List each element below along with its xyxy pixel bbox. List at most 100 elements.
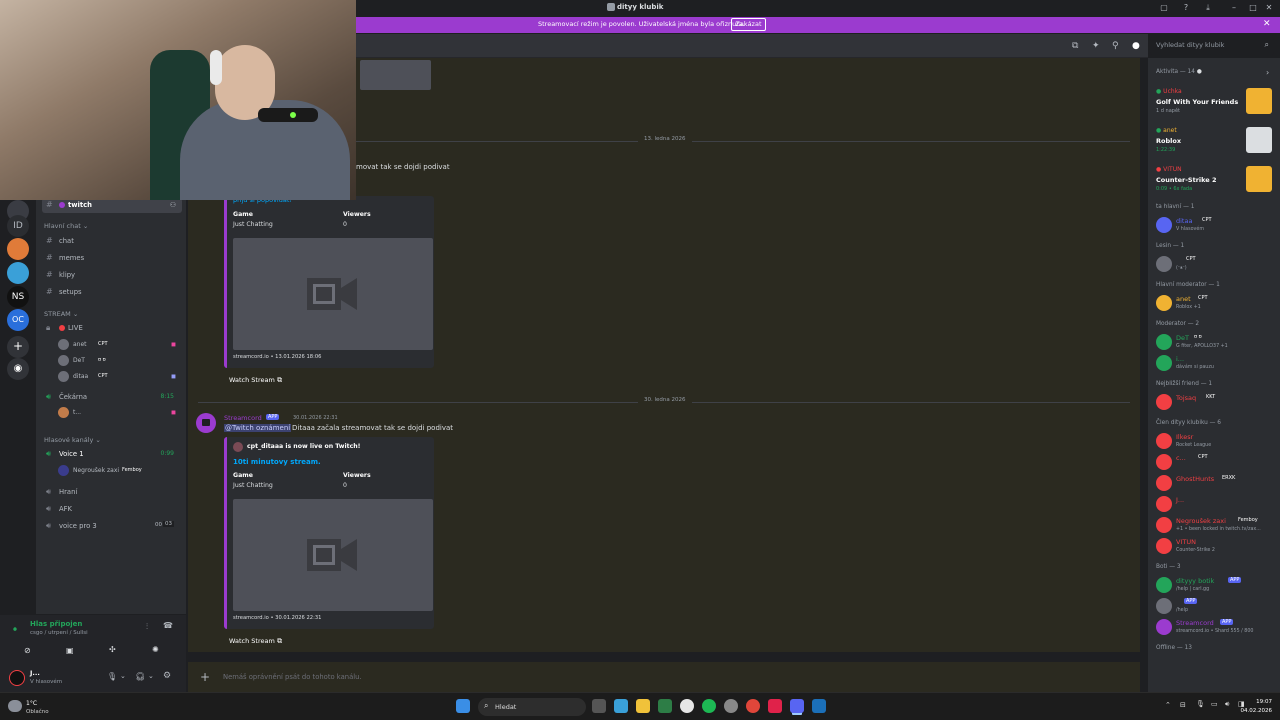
watch-stream-button[interactable]: Watch Stream ⧉ <box>229 637 282 646</box>
member-row[interactable]: ditaa CPT V hlasovém <box>1154 216 1278 236</box>
threads-icon[interactable]: ⧉ <box>1072 41 1082 51</box>
member-row[interactable]: CPT (ᵔᴥᵔ) <box>1154 255 1278 275</box>
activities-icon[interactable]: ✣ <box>109 645 116 654</box>
mute-icon[interactable]: ✦ <box>1092 41 1102 51</box>
voice-user[interactable]: t... ◼ <box>58 406 182 420</box>
video-off-icon[interactable]: ⊘ <box>24 646 31 655</box>
spotify-icon[interactable] <box>702 699 716 713</box>
disable-streamer-mode-button[interactable]: Zakázat <box>731 18 766 31</box>
download-icon[interactable]: ⤓ <box>1203 3 1213 13</box>
voice-status-channel[interactable]: csgo / utrpení / Sullsi <box>30 630 88 636</box>
user-name[interactable]: J... <box>30 669 40 677</box>
noise-suppression-icon[interactable]: ⫶ <box>146 622 148 632</box>
pin-icon[interactable]: ⚲ <box>1112 41 1122 51</box>
member-row[interactable]: Tojsaq KKT <box>1154 393 1278 413</box>
file-explorer-icon[interactable] <box>636 699 650 713</box>
activity-card[interactable]: ● VITUN Counter-Strike 2 0:09 • 6x fada <box>1154 164 1278 200</box>
channel-voice1[interactable]: 🔊︎ Voice 1 0:99 <box>42 447 182 462</box>
channel-voice-pro-3[interactable]: 🔊︎ voice pro 3 00 03 <box>42 519 182 534</box>
member-row[interactable]: Negroušek zaxi Femboy +1 • been locked in … <box>1154 516 1278 536</box>
voice-user[interactable]: anet CPT ◼ <box>58 338 182 352</box>
category-stream[interactable]: STREAM ⌄ <box>44 310 78 318</box>
minimize-button[interactable]: – <box>1229 3 1239 13</box>
server-oc-icon[interactable]: OC <box>7 309 29 331</box>
server-id-icon[interactable]: ID <box>7 215 29 237</box>
mic-tray-icon[interactable]: 🎙︎ <box>1196 700 1205 708</box>
author-name[interactable]: Streamcord <box>224 414 262 422</box>
channel-memes[interactable]: # memes <box>42 251 182 266</box>
member-row[interactable]: Ilkesr Rocket League <box>1154 432 1278 452</box>
channel-klipy[interactable]: # klipy <box>42 268 182 283</box>
signal-icon[interactable]: ⦁ <box>13 624 17 634</box>
category-main[interactable]: Hlavní chat ⌄ <box>44 222 88 230</box>
help-icon[interactable]: ? <box>1181 3 1191 13</box>
member-row[interactable]: dityyy botik APP/help | carl.gg <box>1154 576 1278 596</box>
discover-icon[interactable]: ◉ <box>7 358 29 380</box>
chrome-icon[interactable] <box>680 699 694 713</box>
search-box[interactable]: Vyhledat dityy klubik ⌕ <box>1150 37 1274 55</box>
member-row[interactable]: APP/help <box>1154 597 1278 617</box>
member-row[interactable]: anet CPT Roblox +1 <box>1154 294 1278 314</box>
channel-live[interactable]: 🔒︎ LIVE <box>42 321 182 336</box>
activity-card[interactable]: ● Uchka Golf With Your Friends 1 d napět <box>1154 86 1278 122</box>
app-icon[interactable] <box>768 699 782 713</box>
chevron-up-icon[interactable]: ⌃ <box>1165 701 1171 709</box>
embed-author[interactable]: cpt_ditaaa is now live on Twitch! <box>247 443 361 450</box>
channel-hrani[interactable]: 🔊︎ Hraní <box>42 485 182 500</box>
weather-icon[interactable] <box>8 700 22 712</box>
close-icon[interactable]: ✕ <box>1263 19 1271 29</box>
server-ns-icon[interactable]: NS <box>7 286 29 308</box>
discord-icon[interactable] <box>790 699 804 713</box>
member-row[interactable]: VITUN Counter-Strike 2 <box>1154 537 1278 557</box>
chevron-right-icon[interactable]: › <box>1266 68 1269 77</box>
voice-status-title[interactable]: Hlas připojen <box>30 620 82 628</box>
stream-preview-image[interactable] <box>233 238 433 350</box>
member-row[interactable]: DeT ʊ ʊ G fiter, APOLLO37 +1 <box>1154 333 1278 353</box>
headphones-icon[interactable]: 🎧︎ <box>135 672 145 681</box>
server-icon[interactable] <box>7 262 29 284</box>
channel-afk[interactable]: 🔊︎ AFK <box>42 502 182 517</box>
channel-setups[interactable]: # setups <box>42 285 182 300</box>
settings-icon[interactable] <box>724 699 738 713</box>
task-view-icon[interactable] <box>592 699 606 713</box>
activity-card[interactable]: ● anet Roblox 1:22:39 <box>1154 125 1278 161</box>
add-member-icon[interactable]: ⚇ <box>170 201 176 209</box>
chevron-down-icon[interactable]: ⌄ <box>148 672 154 680</box>
embed-title[interactable]: 10ti minutovy stream. <box>233 458 321 466</box>
member-row[interactable]: i... dávám si pauzu <box>1154 354 1278 374</box>
avatar[interactable] <box>9 670 25 686</box>
volume-icon[interactable]: 🔊︎ <box>1225 700 1229 709</box>
close-button[interactable]: ✕ <box>1264 3 1274 13</box>
inbox-icon[interactable]: ▢ <box>1159 3 1169 13</box>
clock-time[interactable]: 19:07 <box>1254 699 1272 705</box>
gear-icon[interactable]: ⚙ <box>163 671 171 681</box>
message-composer[interactable]: + Nemáš oprávnění psát do tohoto kanálu. <box>188 662 1140 692</box>
channel-chat[interactable]: # chat <box>42 234 182 249</box>
stream-preview-image[interactable] <box>233 499 433 611</box>
weather-temp[interactable]: 1°C <box>26 700 37 707</box>
voice-user[interactable]: DeT ʊ ʊ <box>58 354 182 368</box>
channel-twitch[interactable]: # twitch ⚇ <box>42 198 182 213</box>
member-row[interactable]: GhostHunts ERXK <box>1154 474 1278 494</box>
member-row[interactable]: Streamcord APP streamcord.io • Shard 555 /… <box>1154 618 1278 638</box>
spreadsheet-icon[interactable] <box>658 699 672 713</box>
maximize-button[interactable]: □ <box>1248 3 1258 13</box>
display-tray-icon[interactable]: ▭ <box>1211 700 1218 708</box>
voice-user[interactable]: ditaa CPT ◼ <box>58 370 182 384</box>
add-server-icon[interactable]: + <box>7 336 29 358</box>
weather-desc[interactable]: Oblačno <box>26 709 49 715</box>
member-row[interactable]: J... <box>1154 495 1278 515</box>
watch-stream-button[interactable]: Watch Stream ⧉ <box>229 376 282 385</box>
disconnect-icon[interactable]: ☎ <box>163 621 173 630</box>
steam-icon[interactable] <box>812 699 826 713</box>
network-icon[interactable]: ⊟ <box>1180 701 1186 709</box>
avatar[interactable] <box>196 413 216 433</box>
category-voice[interactable]: Hlasové kanály ⌄ <box>44 436 101 444</box>
windows-start-icon[interactable] <box>456 699 470 713</box>
server-icon[interactable] <box>7 238 29 260</box>
browser-icon[interactable] <box>746 699 760 713</box>
member-list-icon[interactable]: ● <box>1132 41 1142 51</box>
screen-share-icon[interactable]: ▣ <box>66 646 74 655</box>
copilot-icon[interactable] <box>614 699 628 713</box>
taskbar-search[interactable]: ⌕ Hledat <box>478 698 586 716</box>
